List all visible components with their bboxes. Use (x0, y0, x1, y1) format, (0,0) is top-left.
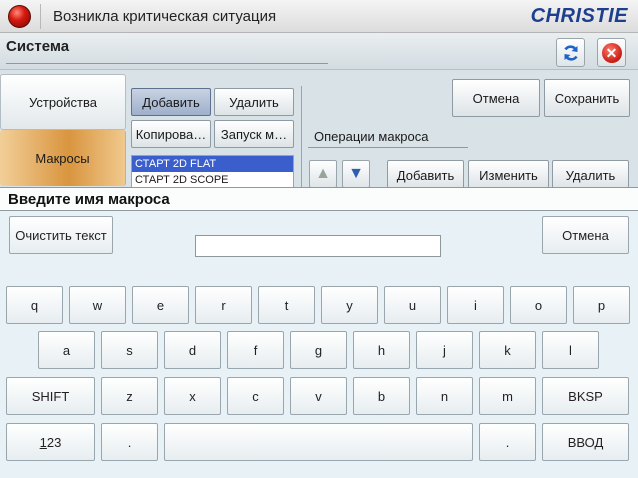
key-m[interactable]: m (479, 377, 536, 415)
keyboard-cancel-button[interactable]: Отмена (542, 216, 629, 254)
close-button[interactable]: ✕ (597, 38, 626, 67)
key-g[interactable]: g (290, 331, 347, 369)
on-screen-keyboard: Очистить текст Отмена q w e r t y u i o … (0, 211, 638, 478)
macro-editor-panel: Устройства Макросы Добавить Удалить Копи… (0, 70, 638, 187)
move-down-button[interactable]: ▼ (342, 160, 370, 187)
arrow-down-icon: ▼ (348, 165, 364, 182)
key-n[interactable]: n (416, 377, 473, 415)
list-item[interactable]: СТАРТ 2D FLAT (132, 156, 293, 172)
sidebar-tab-devices[interactable]: Устройства (0, 74, 126, 130)
clear-text-button[interactable]: Очистить текст (9, 216, 113, 254)
delete-operation-button[interactable]: Удалить (552, 160, 629, 187)
key-u[interactable]: u (384, 286, 441, 324)
move-up-button[interactable]: ▲ (309, 160, 337, 187)
key-c[interactable]: c (227, 377, 284, 415)
enter-key[interactable]: ВВОД (542, 423, 629, 461)
key-i[interactable]: i (447, 286, 504, 324)
numbers-key-mnemonic: 1 (39, 434, 47, 450)
keyboard-header: Введите имя макроса (0, 187, 638, 211)
cancel-button[interactable]: Отмена (452, 79, 540, 117)
key-dot[interactable]: . (479, 423, 536, 461)
close-icon: ✕ (601, 42, 622, 63)
key-z[interactable]: z (101, 377, 158, 415)
key-l[interactable]: l (542, 331, 599, 369)
arrow-up-icon: ▲ (315, 165, 331, 182)
operations-title: Операции макроса (314, 129, 429, 144)
key-p[interactable]: p (573, 286, 630, 324)
key-e[interactable]: e (132, 286, 189, 324)
key-s[interactable]: s (101, 331, 158, 369)
shift-key[interactable]: SHIFT (6, 377, 95, 415)
operations-underline (308, 147, 468, 148)
add-operation-button[interactable]: Добавить (387, 160, 464, 187)
macro-list[interactable]: СТАРТ 2D FLAT СТАРТ 2D SCOPE (131, 155, 294, 187)
key-o[interactable]: o (510, 286, 567, 324)
key-t[interactable]: t (258, 286, 315, 324)
backspace-key[interactable]: BKSP (542, 377, 629, 415)
title-bar: Возникла критическая ситуация CHRISTIE (0, 0, 638, 33)
delete-macro-button[interactable]: Удалить (214, 88, 294, 116)
key-d[interactable]: d (164, 331, 221, 369)
system-header: Система ✕ (0, 33, 638, 70)
key-j[interactable]: j (416, 331, 473, 369)
macro-name-input[interactable] (195, 235, 441, 257)
keyboard-title: Введите имя макроса (8, 191, 170, 208)
sidebar-tab-macros[interactable]: Макросы (0, 130, 126, 186)
window-title: Возникла критическая ситуация (53, 8, 277, 25)
key-v[interactable]: v (290, 377, 347, 415)
refresh-button[interactable] (556, 38, 585, 67)
key-r[interactable]: r (195, 286, 252, 324)
numbers-key[interactable]: 1 23 (6, 423, 95, 461)
sidebar-tab-label: Устройства (28, 94, 97, 110)
key-h[interactable]: h (353, 331, 410, 369)
key-y[interactable]: y (321, 286, 378, 324)
sidebar-tab-label: Макросы (35, 150, 90, 166)
key-w[interactable]: w (69, 286, 126, 324)
space-key[interactable] (164, 423, 473, 461)
key-a[interactable]: a (38, 331, 95, 369)
numbers-key-label: 23 (46, 434, 62, 450)
key-x[interactable]: x (164, 377, 221, 415)
refresh-icon (563, 44, 578, 61)
title-separator (40, 4, 41, 29)
christie-logo: CHRISTIE (530, 5, 628, 27)
copy-macro-button[interactable]: Копирова… (131, 120, 211, 148)
list-item[interactable]: СТАРТ 2D SCOPE (132, 172, 293, 187)
save-button[interactable]: Сохранить (544, 79, 630, 117)
key-b[interactable]: b (353, 377, 410, 415)
panel-divider (301, 86, 302, 187)
key-f[interactable]: f (227, 331, 284, 369)
key-q[interactable]: q (6, 286, 63, 324)
key-k[interactable]: k (479, 331, 536, 369)
add-macro-button[interactable]: Добавить (131, 88, 211, 116)
alert-status-icon (8, 5, 31, 28)
key-period[interactable]: . (101, 423, 158, 461)
edit-operation-button[interactable]: Изменить (468, 160, 549, 187)
run-macro-button[interactable]: Запуск м… (214, 120, 294, 148)
page-title: Система (6, 38, 70, 55)
title-underline (6, 63, 328, 64)
